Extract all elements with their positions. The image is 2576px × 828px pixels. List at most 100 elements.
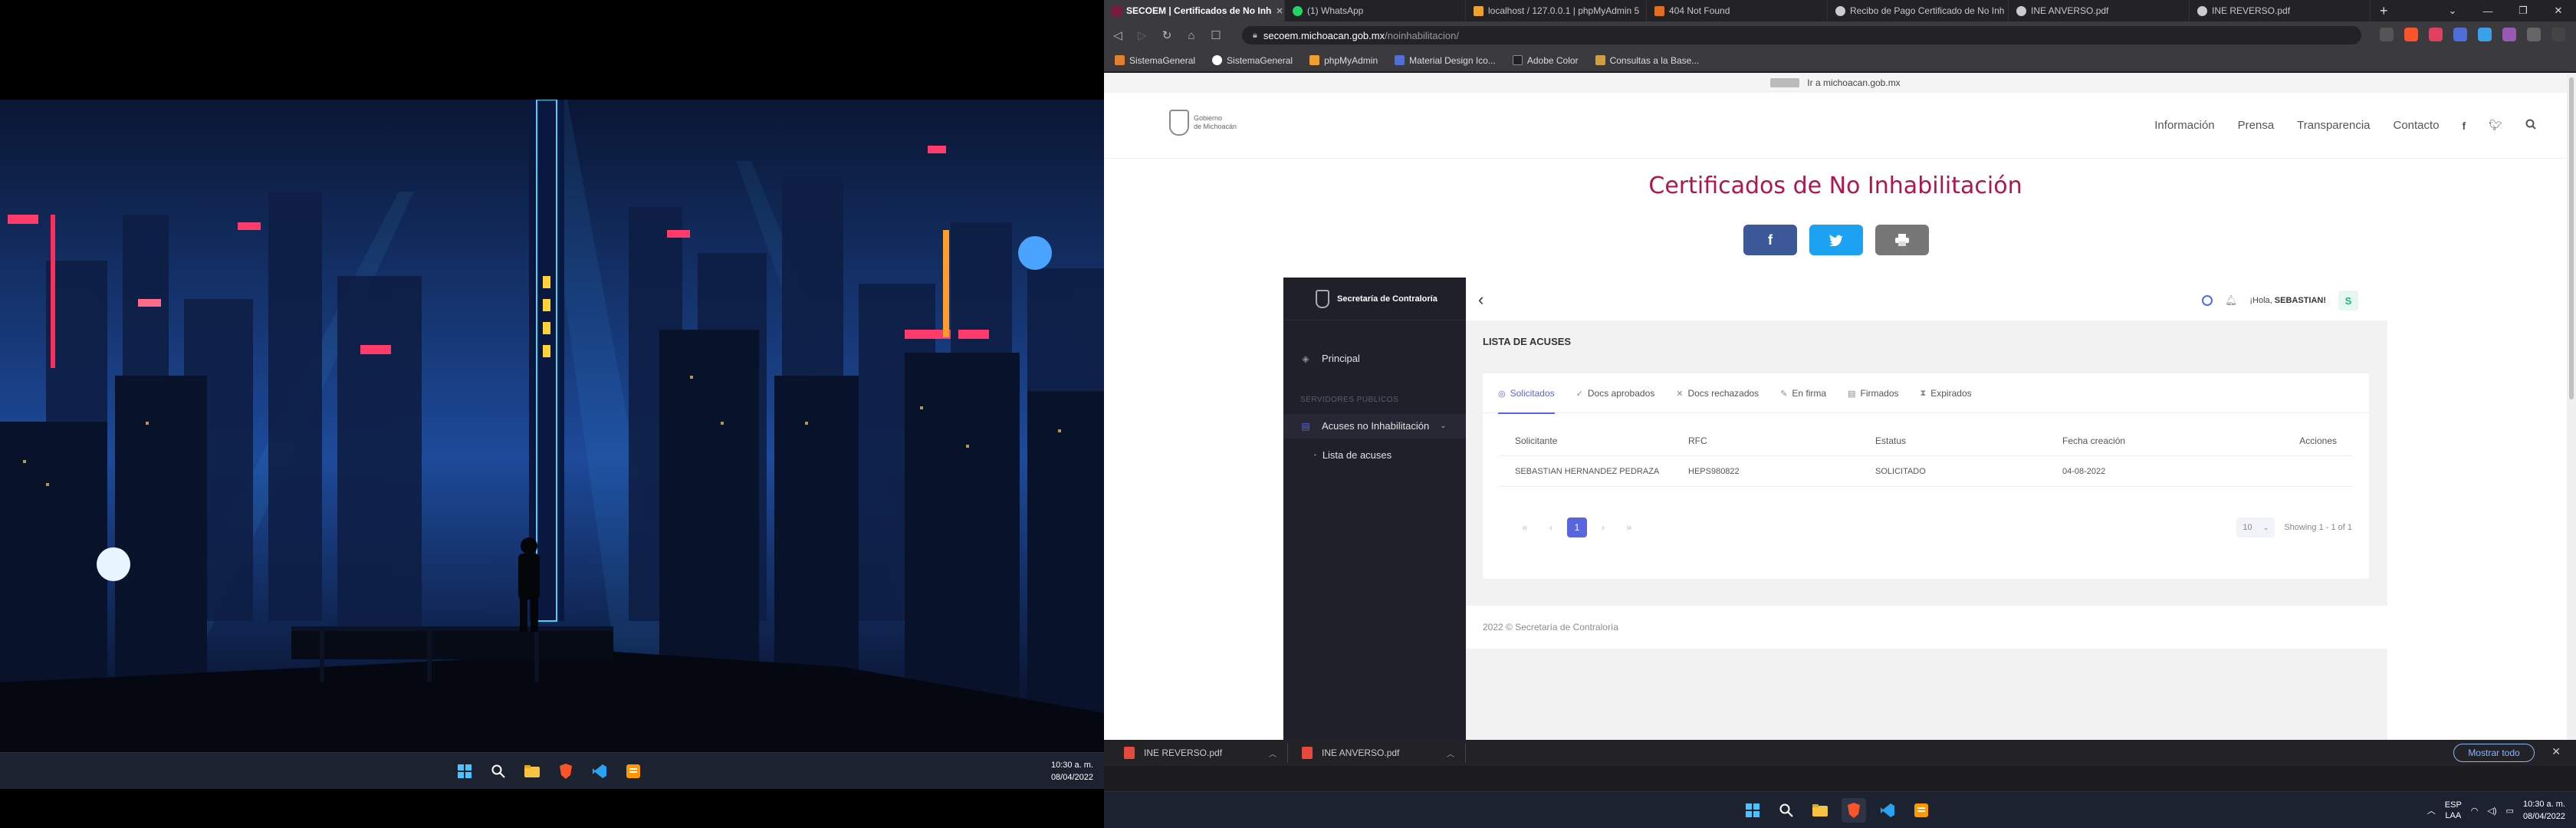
- menu-icon[interactable]: [2551, 28, 2565, 41]
- browser-tab-ine-anverso[interactable]: INE ANVERSO.pdf: [2009, 0, 2190, 21]
- bookmark-sistemageneral-1[interactable]: SistemaGeneral: [1115, 55, 1195, 66]
- extension-icon[interactable]: [2453, 28, 2467, 41]
- download-item[interactable]: INE REVERSO.pdf ︿: [1112, 743, 1288, 763]
- twitter-icon[interactable]: 🐦︎: [2489, 119, 2502, 132]
- tab-docs-rechazados[interactable]: ✕ Docs rechazados: [1676, 373, 1759, 413]
- vscode-icon[interactable]: [1875, 798, 1900, 823]
- tab-docs-aprobados[interactable]: ✓ Docs aprobados: [1576, 373, 1655, 413]
- share-twitter-button[interactable]: [1809, 225, 1863, 255]
- print-button[interactable]: [1875, 225, 1929, 255]
- close-window-icon[interactable]: ✕: [2541, 0, 2576, 21]
- tab-en-firma[interactable]: ✎ En firma: [1780, 373, 1826, 413]
- sublime-text-icon[interactable]: [621, 759, 646, 784]
- browser-tab-phpmyadmin[interactable]: localhost / 127.0.0.1 | phpMyAdmin 5: [1466, 0, 1647, 21]
- collapse-sidebar-icon[interactable]: ‹: [1478, 290, 1484, 310]
- chevron-up-icon[interactable]: ︿: [1447, 748, 1454, 759]
- chevron-up-icon[interactable]: ︿: [2427, 804, 2436, 816]
- reload-icon[interactable]: ↻: [1156, 25, 1178, 46]
- scrollbar-thumb[interactable]: [2569, 77, 2574, 399]
- show-all-downloads-button[interactable]: Mostrar todo: [2453, 744, 2535, 762]
- wallet-icon[interactable]: [2527, 28, 2541, 41]
- tab-expirados[interactable]: ⧗ Expirados: [1921, 373, 1972, 413]
- status-circle-icon[interactable]: [2201, 295, 2213, 306]
- user-greeting[interactable]: ¡Hola, SEBASTIAN!: [2249, 296, 2326, 305]
- menu-item-contacto[interactable]: Contacto: [2394, 119, 2440, 132]
- browser-tab-recibo[interactable]: Recibo de Pago Certificado de No Inh: [1828, 0, 2009, 21]
- maximize-icon[interactable]: ❐: [2505, 0, 2541, 21]
- chevron-up-icon[interactable]: ︿: [1269, 748, 1276, 759]
- language-indicator[interactable]: ESP LAA: [2445, 800, 2462, 821]
- close-icon[interactable]: ✕: [2551, 745, 2561, 758]
- sublime-text-icon[interactable]: [1909, 798, 1934, 823]
- back-icon[interactable]: ◁: [1107, 25, 1129, 46]
- right-clock[interactable]: 10:30 a. m. 08/04/2022: [2523, 798, 2565, 823]
- windows-start-icon[interactable]: [452, 759, 477, 784]
- bookmark-sistemageneral-2[interactable]: SistemaGeneral: [1212, 55, 1293, 66]
- menu-item-transparencia[interactable]: Transparencia: [2297, 119, 2370, 132]
- column-header-rfc[interactable]: RFC: [1688, 435, 1875, 446]
- sidebar-item-principal[interactable]: ◈ Principal: [1300, 353, 1359, 364]
- search-icon[interactable]: [1774, 798, 1799, 823]
- minimize-icon[interactable]: —: [2470, 0, 2505, 21]
- page-size-select[interactable]: 10 ⌄: [2236, 518, 2275, 537]
- prev-page-icon[interactable]: ‹: [1541, 518, 1561, 537]
- forward-icon[interactable]: ▷: [1132, 25, 1153, 46]
- new-tab-icon[interactable]: +: [2371, 0, 2397, 21]
- close-tab-icon[interactable]: ✕: [1276, 6, 1283, 16]
- vscode-icon[interactable]: [587, 759, 612, 784]
- bookmark-material-design[interactable]: Material Design Ico...: [1395, 55, 1496, 66]
- key-icon[interactable]: [2380, 28, 2394, 41]
- browser-tab-ine-reverso[interactable]: INE REVERSO.pdf: [2190, 0, 2371, 21]
- tab-solicitados[interactable]: ◎ Solicitados: [1498, 373, 1555, 414]
- download-item[interactable]: INE ANVERSO.pdf ︿: [1290, 743, 1466, 763]
- extension-icon[interactable]: [2502, 28, 2516, 41]
- bell-icon[interactable]: 🔔︎: [2225, 294, 2238, 307]
- check-icon: ✓: [1576, 389, 1583, 399]
- tab-firmados[interactable]: ▤ Firmados: [1848, 373, 1898, 413]
- browser-tab-whatsapp[interactable]: (1) WhatsApp: [1285, 0, 1466, 21]
- bookmark-consultas[interactable]: Consultas a la Base...: [1595, 55, 1699, 66]
- brave-rewards-icon[interactable]: [2429, 28, 2443, 41]
- next-page-icon[interactable]: ›: [1593, 518, 1613, 537]
- battery-icon[interactable]: ▭: [2506, 806, 2514, 816]
- browser-tab-secoem[interactable]: SECOEM | Certificados de No Inh ✕: [1104, 0, 1285, 21]
- bookmark-icon[interactable]: ☐: [1205, 25, 1227, 46]
- gov-link[interactable]: Ir a michoacan.gob.mx: [1807, 77, 1900, 88]
- file-explorer-icon[interactable]: [520, 759, 544, 784]
- page-number[interactable]: 1: [1567, 518, 1587, 537]
- table-row[interactable]: SEBASTIAN HERNANDEZ PEDRAZA HEPS980822 S…: [1500, 456, 2352, 487]
- sidebar-subitem-lista[interactable]: • Lista de acuses: [1314, 449, 1392, 461]
- menu-item-informacion[interactable]: Información: [2154, 119, 2214, 132]
- sidebar-item-acuses[interactable]: ▤ Acuses no Inhabilitación ⌄: [1300, 420, 1446, 432]
- adobe-color-icon: [1512, 55, 1523, 65]
- file-explorer-icon[interactable]: [1808, 798, 1832, 823]
- menu-item-prensa[interactable]: Prensa: [2238, 119, 2275, 132]
- column-header-estatus[interactable]: Estatus: [1875, 435, 2062, 446]
- brave-browser-icon[interactable]: [1842, 798, 1866, 823]
- tab-search-icon[interactable]: ⌄: [2435, 0, 2470, 21]
- column-header-fecha[interactable]: Fecha creación: [2062, 435, 2249, 446]
- search-icon[interactable]: [2525, 119, 2536, 132]
- address-bar[interactable]: 🔒︎ secoem.michoacan.gob.mx/noinhabilitac…: [1242, 26, 2361, 44]
- wifi-icon[interactable]: ◠: [2471, 806, 2479, 816]
- column-header-solicitante[interactable]: Solicitante: [1500, 435, 1688, 446]
- first-page-icon[interactable]: «: [1515, 518, 1535, 537]
- brave-shields-icon[interactable]: [2404, 28, 2418, 41]
- last-page-icon[interactable]: »: [1619, 518, 1639, 537]
- app-brand[interactable]: Secretaría de Contraloría: [1283, 278, 1466, 320]
- avatar[interactable]: S: [2338, 291, 2358, 310]
- browser-tab-404[interactable]: 404 Not Found: [1647, 0, 1828, 21]
- windows-start-icon[interactable]: [1740, 798, 1765, 823]
- site-logo[interactable]: Gobierno de Michoacán: [1169, 110, 1237, 136]
- left-clock[interactable]: 10:30 a. m. 08/04/2022: [1051, 759, 1093, 784]
- bookmark-phpmyadmin[interactable]: phpMyAdmin: [1309, 55, 1378, 66]
- brave-browser-icon[interactable]: [554, 759, 578, 784]
- home-icon[interactable]: ⌂: [1181, 25, 1202, 46]
- share-facebook-button[interactable]: f: [1743, 225, 1797, 255]
- volume-icon[interactable]: ◁): [2487, 806, 2496, 816]
- bookmark-adobe-color[interactable]: Adobe Color: [1512, 55, 1579, 66]
- page-scrollbar[interactable]: [2567, 73, 2576, 740]
- facebook-icon[interactable]: f: [2463, 120, 2466, 132]
- search-icon[interactable]: [486, 759, 511, 784]
- extension-icon[interactable]: [2478, 28, 2492, 41]
